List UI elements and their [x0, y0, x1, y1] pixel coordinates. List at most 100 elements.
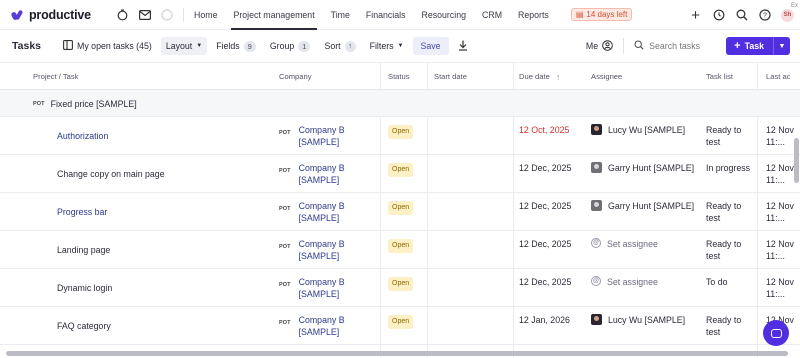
status-cell[interactable]: Open — [388, 155, 414, 193]
assignee-cell[interactable]: Lucy Wu [SAMPLE] — [591, 307, 685, 345]
assignee-cell[interactable]: @ Set assignee — [591, 231, 658, 269]
nav-reports[interactable]: Reports — [510, 0, 557, 30]
company-line-1: Company B — [298, 315, 345, 325]
productive-logo[interactable]: productive — [12, 8, 104, 22]
column-header-due-date[interactable]: Due date ↑ — [519, 63, 560, 90]
task-title[interactable]: Change copy on main page — [57, 155, 165, 193]
nav-time[interactable]: Time — [323, 0, 358, 30]
assignee-cell[interactable]: Garry Hunt [SAMPLE] — [591, 193, 694, 231]
search-tasks-input[interactable]: Search tasks — [634, 40, 714, 52]
plus-icon[interactable]: + — [689, 7, 702, 24]
timer-icon[interactable] — [116, 8, 129, 21]
new-task-button[interactable]: + Task ▼ — [726, 37, 790, 55]
company-cell[interactable]: POT Company B [SAMPLE] — [279, 269, 345, 307]
last-activity-line-2: 11:... — [766, 289, 785, 299]
save-view-button[interactable]: Save — [412, 37, 449, 55]
column-header-start-date[interactable]: Start date — [434, 63, 467, 90]
last-activity-line-1: 12 Nov — [766, 125, 794, 135]
task-list-cell[interactable]: Ready to test — [706, 193, 741, 231]
column-header-status[interactable]: Status — [388, 63, 410, 90]
task-list-cell[interactable]: To do — [706, 269, 728, 307]
logo-text: productive — [29, 7, 91, 22]
last-activity-line-1: 12 Nov — [766, 201, 794, 211]
group-button[interactable]: Group 1 — [265, 37, 316, 55]
table-row[interactable]: Progress bar POT Company B [SAMPLE] Open 12 D… — [0, 193, 800, 231]
company-cell[interactable]: POT Company B [SAMPLE] — [279, 307, 345, 345]
last-activity-line-1: 12 Nov — [766, 277, 794, 287]
assignee-name: Set assignee — [607, 239, 658, 249]
search-icon — [634, 40, 644, 52]
assignee-cell[interactable]: Garry Hunt [SAMPLE] — [591, 155, 694, 193]
company-line-2: [SAMPLE] — [298, 327, 340, 337]
table-row[interactable]: FAQ category POT Company B [SAMPLE] Open 12 J… — [0, 307, 800, 345]
assignee-cell[interactable]: Lucy Wu [SAMPLE] — [591, 117, 685, 155]
column-header-company[interactable]: Company — [279, 63, 312, 90]
task-list-cell[interactable]: In progress — [706, 155, 750, 193]
company-cell[interactable]: POT Company B [SAMPLE] — [279, 117, 345, 155]
trial-badge[interactable]: ▤ 14 days left — [570, 8, 633, 21]
sort-button[interactable]: Sort ↑ — [319, 37, 360, 55]
table-row[interactable]: Change copy on main page POT Company B [SAM… — [0, 155, 800, 193]
filters-button[interactable]: Filters ▼ — [365, 37, 409, 55]
task-title[interactable]: Progress bar — [57, 193, 107, 231]
due-date-cell[interactable]: 12 Dec, 2025 — [519, 269, 571, 307]
company-line-2: [SAMPLE] — [298, 289, 340, 299]
status-cell[interactable]: Open — [388, 269, 414, 307]
horizontal-scrollbar[interactable] — [6, 351, 788, 356]
task-title[interactable]: Landing page — [57, 231, 110, 269]
column-header-project-task[interactable]: Project / Task — [33, 63, 78, 90]
group-row[interactable]: POT Fixed price [SAMPLE] — [0, 90, 800, 117]
fields-button[interactable]: Fields 9 — [211, 37, 261, 55]
nav-crm[interactable]: CRM — [474, 0, 510, 30]
company-line-1: Company B — [298, 201, 345, 211]
company-cell[interactable]: POT Company B [SAMPLE] — [279, 231, 345, 269]
column-header-task-list[interactable]: Task list — [706, 63, 733, 90]
nav-project-management[interactable]: Project management — [225, 0, 322, 30]
search-icon[interactable] — [735, 9, 748, 22]
status-cell[interactable]: Open — [388, 193, 414, 231]
due-date-cell[interactable]: 12 Dec, 2025 — [519, 231, 571, 269]
nav-resourcing[interactable]: Resourcing — [413, 0, 474, 30]
nav-home[interactable]: Home — [186, 0, 225, 30]
last-activity-value: 12 Nov 11:... — [766, 200, 794, 224]
inbox-icon[interactable] — [138, 8, 151, 21]
task-title[interactable]: Authorization — [57, 117, 108, 155]
task-list-cell[interactable]: Ready to test — [706, 231, 741, 269]
due-date-cell[interactable]: 12 Jan, 2026 — [519, 307, 570, 345]
status-cell[interactable]: Open — [388, 117, 414, 155]
status-cell[interactable]: Open — [388, 307, 414, 345]
column-header-assignee[interactable]: Assignee — [591, 63, 622, 90]
status-cell[interactable]: Open — [388, 231, 414, 269]
layout-button[interactable]: Layout ▼ — [160, 37, 208, 55]
group-label: POT Fixed price [SAMPLE] — [33, 90, 137, 117]
due-date-cell[interactable]: 12 Dec, 2025 — [519, 193, 571, 231]
support-chat-button[interactable] — [763, 320, 789, 346]
help-icon[interactable]: ? — [758, 9, 771, 22]
task-list-line-1: Ready to — [706, 125, 742, 135]
task-title[interactable]: FAQ category — [57, 307, 111, 345]
company-cell[interactable]: POT Company B [SAMPLE] — [279, 193, 345, 231]
view-selector[interactable]: My open tasks (45) — [58, 37, 157, 55]
me-filter-toggle[interactable]: Me — [586, 39, 613, 53]
due-date-cell[interactable]: 12 Oct, 2025 — [519, 117, 569, 155]
nav-financials[interactable]: Financials — [358, 0, 414, 30]
task-list-cell[interactable]: Ready to test — [706, 117, 741, 155]
export-button[interactable] — [453, 37, 473, 55]
table-row[interactable]: Landing page POT Company B [SAMPLE] Open 12 D… — [0, 231, 800, 269]
task-list-line-2: test — [706, 213, 721, 223]
stopwatch-icon[interactable] — [712, 9, 725, 22]
column-header-last-activity[interactable]: Last ac — [766, 63, 790, 90]
due-date-cell[interactable]: 12 Dec, 2025 — [519, 155, 571, 193]
table-row[interactable]: Dynamic login POT Company B [SAMPLE] Open 12 … — [0, 269, 800, 307]
task-list-cell[interactable]: Ready to test — [706, 307, 741, 345]
task-dropdown-toggle[interactable]: ▼ — [773, 37, 790, 55]
company-cell[interactable]: POT Company B [SAMPLE] — [279, 155, 345, 193]
add-task-button[interactable]: + Task — [726, 37, 773, 55]
vertical-scrollbar[interactable] — [794, 138, 799, 183]
task-title[interactable]: Dynamic login — [57, 269, 112, 307]
table-row[interactable]: Authorization POT Company B [SAMPLE] Open 12 … — [0, 117, 800, 155]
user-avatar[interactable]: Sh — [781, 8, 794, 22]
tasks-table: Project / Task Company Status Start date… — [0, 63, 800, 358]
last-activity-line-2: 11:... — [766, 251, 785, 261]
assignee-cell[interactable]: @ Set assignee — [591, 269, 658, 307]
